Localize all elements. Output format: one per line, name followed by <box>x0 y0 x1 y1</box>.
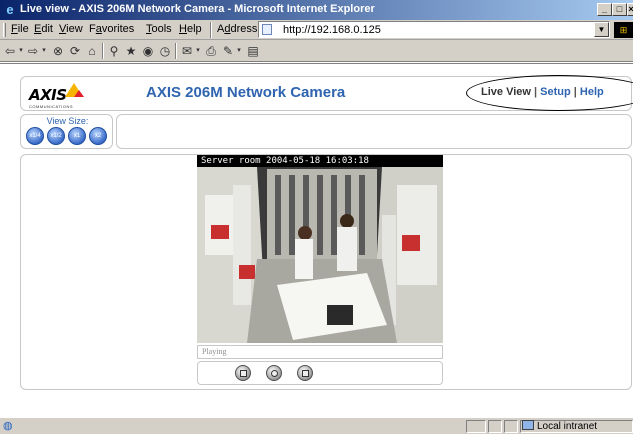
browser-status-bar: ◍ Local intranet <box>0 417 633 434</box>
status-panel <box>466 420 486 433</box>
mail-icon[interactable]: ✉ <box>180 43 194 59</box>
nav-separator: | <box>534 86 538 98</box>
stop-icon[interactable]: ⊗ <box>51 43 65 59</box>
forward-icon[interactable]: ⇨ <box>27 43 39 59</box>
view-size-label: View Size: <box>46 116 89 126</box>
view-size-double-button[interactable]: x2 <box>89 127 107 145</box>
mail-dropdown-icon[interactable]: ▾ <box>194 43 202 59</box>
player-status-text: Playing <box>202 347 227 356</box>
menu-favorites[interactable]: Favorites <box>89 23 134 35</box>
axis-logo[interactable]: AXIS <box>29 86 67 104</box>
home-icon[interactable]: ⌂ <box>85 43 99 59</box>
edit-dropdown-icon[interactable]: ▾ <box>235 43 243 59</box>
status-text-panel <box>4 420 464 433</box>
player-status-bar: Playing <box>197 345 443 359</box>
nav-separator: | <box>573 86 577 98</box>
menu-file[interactable]: File <box>11 23 29 35</box>
search-icon[interactable]: ⚲ <box>107 43 121 59</box>
view-size-half-button[interactable]: x1/2 <box>47 127 65 145</box>
ie-icon: e <box>6 2 14 17</box>
live-view-panel: Server room 2004-05-18 16:03:18 Playing <box>20 154 632 390</box>
window-title-bar[interactable]: e Live view - AXIS 206M Network Camera -… <box>0 0 633 20</box>
camera-video-stream[interactable]: Server room 2004-05-18 16:03:18 <box>197 155 443 343</box>
address-label: Address <box>217 23 258 35</box>
video-timestamp-overlay: Server room 2004-05-18 16:03:18 <box>197 155 443 167</box>
page-content: AXIS COMMUNICATIONS AXIS 206M Network Ca… <box>0 63 633 417</box>
forward-dropdown-icon[interactable]: ▾ <box>40 43 48 59</box>
top-nav: Live View | Setup | Help <box>481 86 604 98</box>
camera-icon <box>271 370 278 377</box>
security-zone[interactable]: Local intranet <box>522 420 597 432</box>
address-input[interactable]: http://192.168.0.125 ▼ <box>258 21 610 38</box>
menu-separator <box>210 22 212 38</box>
stop-button[interactable] <box>235 365 251 381</box>
print-icon[interactable]: ⎙ <box>204 43 218 59</box>
toolbar-separator <box>175 43 177 59</box>
menu-view[interactable]: View <box>59 23 83 35</box>
page-icon <box>262 24 272 35</box>
nav-help[interactable]: Help <box>580 86 604 98</box>
nav-setup[interactable]: Setup <box>540 86 571 98</box>
close-button[interactable]: × <box>627 3 633 16</box>
menu-help[interactable]: Help <box>179 23 202 35</box>
menu-bar: File Edit View Favorites Tools Help Addr… <box>0 20 633 40</box>
refresh-icon[interactable]: ⟳ <box>68 43 82 59</box>
view-size-full-button[interactable]: x1 <box>68 127 86 145</box>
windows-logo-icon: ⊞ <box>614 22 633 38</box>
fullscreen-button[interactable] <box>297 365 313 381</box>
header-panel: AXIS COMMUNICATIONS AXIS 206M Network Ca… <box>20 75 633 111</box>
status-panel <box>504 420 518 433</box>
view-size-quarter-button[interactable]: x1/4 <box>26 127 44 145</box>
address-url: http://192.168.0.125 <box>283 24 381 36</box>
menu-grip[interactable] <box>3 23 6 37</box>
address-dropdown-button[interactable]: ▼ <box>594 22 609 37</box>
snapshot-button[interactable] <box>266 365 282 381</box>
intranet-icon <box>522 420 534 430</box>
menu-edit[interactable]: Edit <box>34 23 53 35</box>
favorites-icon[interactable]: ★ <box>124 43 138 59</box>
history-icon[interactable]: ◷ <box>158 43 172 59</box>
status-panel <box>488 420 502 433</box>
axis-logo-sub: COMMUNICATIONS <box>29 104 74 109</box>
standard-toolbar: ⇦ ▾ ⇨ ▾ ⊗ ⟳ ⌂ ⚲ ★ ◉ ◷ ✉ ▾ ⎙ ✎ ▾ ▤ <box>0 40 633 62</box>
security-zone-label: Local intranet <box>537 421 598 432</box>
fullscreen-icon <box>302 370 309 377</box>
stop-icon <box>240 370 247 377</box>
back-icon[interactable]: ⇦ <box>4 43 16 59</box>
minimize-button[interactable]: _ <box>597 3 612 16</box>
server-room-image <box>197 155 443 343</box>
back-dropdown-icon[interactable]: ▾ <box>17 43 25 59</box>
maximize-button[interactable]: □ <box>612 3 627 16</box>
axis-logo-mark-accent <box>74 90 84 97</box>
edit-icon[interactable]: ✎ <box>221 43 235 59</box>
toolbar-separator <box>102 43 104 59</box>
menu-tools[interactable]: Tools <box>146 23 172 35</box>
view-size-panel: View Size: x1/4 x1/2 x1 x2 <box>20 114 113 149</box>
window-title: Live view - AXIS 206M Network Camera - M… <box>20 3 375 15</box>
product-title: AXIS 206M Network Camera <box>146 84 346 101</box>
nav-live-view[interactable]: Live View <box>481 86 531 98</box>
player-controls <box>197 361 443 385</box>
info-panel <box>116 114 632 149</box>
media-icon[interactable]: ◉ <box>141 43 155 59</box>
discuss-icon[interactable]: ▤ <box>246 43 260 59</box>
